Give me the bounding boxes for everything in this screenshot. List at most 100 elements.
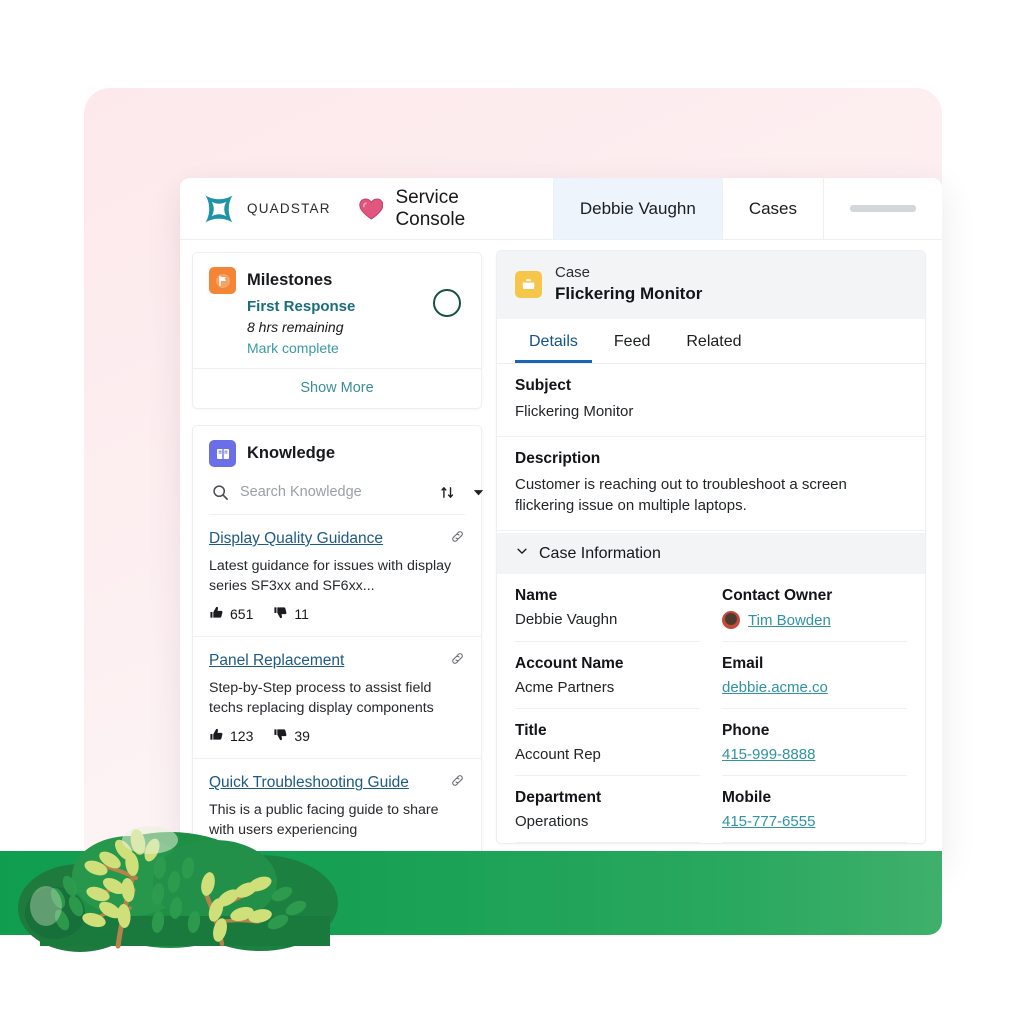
record-tabs: Details Feed Related bbox=[497, 318, 925, 364]
tab-details[interactable]: Details bbox=[515, 319, 592, 363]
thumbs-down-count: 11 bbox=[294, 606, 309, 623]
mark-complete-link[interactable]: Mark complete bbox=[247, 340, 433, 356]
attach-link-icon[interactable] bbox=[450, 773, 465, 793]
field-email: Email debbie.acme.co bbox=[722, 642, 907, 710]
thumbs-up-icon bbox=[209, 605, 224, 623]
field-value: Operations bbox=[515, 813, 589, 831]
tab-label: Cases bbox=[748, 198, 797, 218]
article-title-link[interactable]: Panel Replacement bbox=[209, 651, 344, 670]
field-label: Name bbox=[515, 587, 558, 605]
tab-label: Related bbox=[686, 332, 742, 350]
field-department: Department Operations bbox=[515, 776, 700, 844]
record-panel-column: Case Flickering Monitor Details Feed Rel… bbox=[492, 240, 942, 860]
console-topbar: QUADSTAR Service Console Debbie Vaughn C… bbox=[180, 178, 942, 240]
quadstar-logo-icon bbox=[205, 194, 233, 223]
field-account-name: Account Name Acme Partners bbox=[515, 642, 700, 710]
knowledge-header: Knowledge bbox=[209, 440, 465, 467]
attach-link-icon[interactable] bbox=[450, 529, 465, 549]
record-header: Case Flickering Monitor bbox=[497, 251, 925, 319]
field-label: Description bbox=[515, 449, 601, 467]
chevron-down-icon[interactable] bbox=[515, 544, 529, 563]
service-console-window: QUADSTAR Service Console Debbie Vaughn C… bbox=[180, 178, 942, 860]
thumbs-up-icon bbox=[209, 727, 224, 745]
thumbs-down-icon bbox=[273, 727, 288, 745]
tab-cases[interactable]: Cases bbox=[721, 178, 823, 239]
case-information-section-header[interactable]: Case Information bbox=[497, 533, 925, 575]
field-title: Title Account Rep bbox=[515, 709, 700, 777]
tab-label: Feed bbox=[613, 332, 651, 350]
console-body: Milestones First Response 8 hrs remainin… bbox=[180, 240, 942, 860]
mobile-link[interactable]: 415-777-6555 bbox=[722, 813, 815, 830]
article-title-link[interactable]: Display Quality Guidance bbox=[209, 529, 383, 548]
sort-arrows-icon[interactable] bbox=[436, 481, 458, 503]
app-name-label: Service Console bbox=[395, 186, 466, 230]
contact-owner-link[interactable]: Tim Bowden bbox=[748, 612, 831, 629]
case-briefcase-icon bbox=[515, 270, 542, 298]
list-item[interactable]: Panel Replacement Step-by-Step process t… bbox=[193, 637, 481, 760]
field-label: Title bbox=[515, 722, 547, 740]
empty-circle-icon[interactable] bbox=[433, 289, 461, 317]
thumbs-up-count: 651 bbox=[230, 606, 254, 623]
field-value: Acme Partners bbox=[515, 679, 615, 697]
field-name: Name Debbie Vaughn bbox=[515, 574, 700, 643]
case-record-panel: Case Flickering Monitor Details Feed Rel… bbox=[496, 250, 926, 845]
tab-placeholder[interactable] bbox=[823, 178, 942, 239]
field-mobile: Mobile 415-777-6555 bbox=[722, 776, 907, 844]
book-knowledge-icon bbox=[209, 440, 236, 467]
field-label: Mobile bbox=[722, 789, 772, 807]
search-input[interactable] bbox=[240, 484, 427, 500]
tab-feed[interactable]: Feed bbox=[600, 319, 664, 363]
brand-name: QUADSTAR bbox=[247, 201, 331, 216]
field-row: Account Name Acme Partners Email debbie.… bbox=[515, 642, 907, 710]
tab-related[interactable]: Related bbox=[672, 319, 755, 363]
field-label: Department bbox=[515, 789, 602, 807]
field-row: Name Debbie Vaughn Contact Owner Tim Bow… bbox=[515, 574, 907, 643]
attach-link-icon[interactable] bbox=[450, 651, 465, 671]
field-value: Customer is reaching out to troubleshoot… bbox=[515, 475, 847, 515]
email-link[interactable]: debbie.acme.co bbox=[722, 679, 828, 696]
field-subject: Subject Flickering Monitor bbox=[497, 364, 925, 437]
avatar bbox=[722, 611, 740, 630]
tab-label: Details bbox=[529, 332, 578, 350]
thumbs-up-count: 123 bbox=[230, 728, 254, 745]
milestone-name-link[interactable]: First Response bbox=[247, 298, 433, 315]
knowledge-panel: Knowledge Search Knowledge Display Quali… bbox=[192, 425, 483, 855]
case-information-fields: Name Debbie Vaughn Contact Owner Tim Bow… bbox=[497, 574, 925, 844]
thumbs-down-count: 39 bbox=[294, 728, 310, 745]
left-sidebar: Milestones First Response 8 hrs remainin… bbox=[180, 240, 492, 860]
list-item[interactable]: Display Quality Guidance Latest guidance… bbox=[193, 515, 481, 638]
field-phone: Phone 415-999-8888 bbox=[722, 709, 907, 777]
article-votes: 123 39 bbox=[209, 727, 465, 745]
field-description: Description Customer is reaching out to … bbox=[497, 437, 925, 532]
field-label: Contact Owner bbox=[722, 587, 833, 605]
milestone-time-remaining: 8 hrs remaining bbox=[247, 319, 344, 335]
article-title-link[interactable]: Quick Troubleshooting Guide bbox=[209, 773, 409, 792]
thumbs-down-icon bbox=[273, 605, 288, 623]
milestones-header: Milestones bbox=[209, 267, 433, 294]
app-launcher-tab[interactable]: Service Console bbox=[351, 178, 553, 239]
knowledge-search-bar bbox=[209, 481, 483, 515]
show-more-label: Show More bbox=[300, 380, 374, 396]
field-label: Account Name bbox=[515, 655, 624, 673]
chevron-down-icon[interactable] bbox=[467, 481, 489, 503]
tab-skeleton-bar bbox=[850, 205, 916, 212]
field-label: Email bbox=[722, 655, 764, 673]
article-description: Step-by-Step process to assist field tec… bbox=[209, 680, 434, 716]
show-more-button[interactable]: Show More bbox=[193, 368, 481, 408]
page-stage: QUADSTAR Service Console Debbie Vaughn C… bbox=[0, 0, 1024, 1024]
field-value: Flickering Monitor bbox=[515, 402, 634, 420]
section-title: Case Information bbox=[539, 544, 661, 562]
search-icon bbox=[209, 481, 231, 503]
workspace-tabs: Debbie Vaughn Cases bbox=[552, 178, 942, 239]
flag-milestone-icon bbox=[209, 267, 236, 294]
record-type-label: Case bbox=[555, 264, 591, 281]
brand-area: QUADSTAR bbox=[180, 178, 351, 239]
phone-link[interactable]: 415-999-8888 bbox=[722, 746, 815, 763]
tab-label: Debbie Vaughn bbox=[579, 198, 696, 218]
tab-debbie-vaughn[interactable]: Debbie Vaughn bbox=[552, 178, 722, 239]
article-description: Latest guidance for issues with display … bbox=[209, 558, 452, 594]
bush-illustration bbox=[18, 826, 338, 952]
field-row: Department Operations Mobile 415-777-655… bbox=[515, 776, 907, 844]
knowledge-title: Knowledge bbox=[247, 444, 336, 462]
field-label: Subject bbox=[515, 376, 571, 394]
